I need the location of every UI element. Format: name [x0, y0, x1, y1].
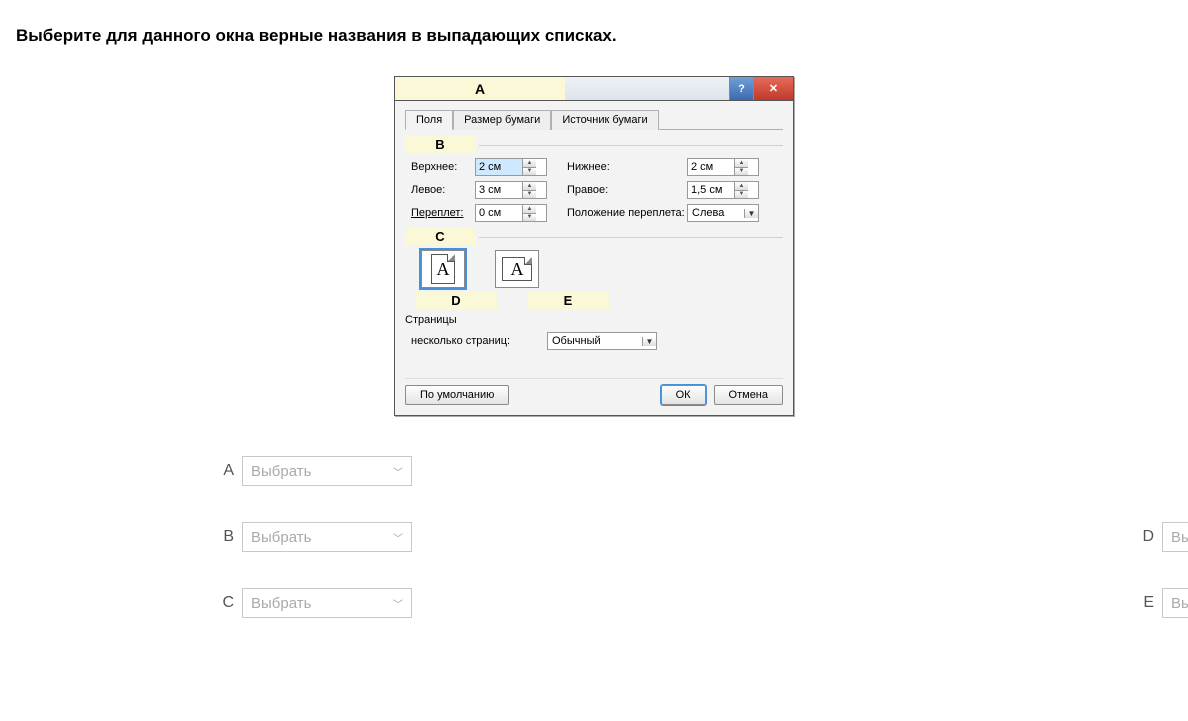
tab-fields[interactable]: Поля [405, 110, 453, 130]
input-left[interactable]: ▲▼ [475, 181, 547, 199]
help-button[interactable]: ? [729, 77, 753, 100]
chevron-down-icon: ﹀ [393, 530, 403, 545]
input-bottom[interactable]: ▲▼ [687, 158, 759, 176]
answer-select-E[interactable]: Выбрать ﹀ [1162, 588, 1188, 618]
answer-letter-A: A [216, 462, 234, 480]
label-gutter: Переплет: [411, 207, 475, 219]
label-right: Правое: [567, 184, 687, 196]
answer-select-D[interactable]: Выбрать ﹀ [1162, 522, 1188, 552]
answer-letter-E: E [1136, 594, 1154, 612]
input-top[interactable]: ▲▼ [475, 158, 547, 176]
titlebar: A ? ✕ [395, 77, 793, 101]
label-bottom: Нижнее: [567, 161, 687, 173]
answer-placeholder: Выбрать [1171, 529, 1188, 546]
page-setup-dialog: A ? ✕ Поля Размер бумаги Источник бумаги… [394, 76, 794, 416]
label-D: D [415, 292, 497, 310]
answer-placeholder: Выбрать [1171, 595, 1188, 612]
answer-letter-D: D [1136, 528, 1154, 546]
label-top: Верхнее: [411, 161, 475, 173]
tab-strip: Поля Размер бумаги Источник бумаги [405, 109, 783, 130]
select-multi-pages[interactable]: Обычный▼ [547, 332, 657, 350]
ok-button[interactable]: ОК [661, 385, 706, 405]
instruction-text: Выберите для данного окна верные названи… [16, 26, 1172, 46]
answer-placeholder: Выбрать [251, 595, 311, 612]
tab-paper-size[interactable]: Размер бумаги [453, 110, 551, 130]
label-E: E [527, 292, 609, 310]
answer-letter-C: C [216, 594, 234, 612]
default-button[interactable]: По умолчанию [405, 385, 509, 405]
answer-select-A[interactable]: Выбрать ﹀ [242, 456, 412, 486]
label-gutter-pos: Положение переплета: [567, 207, 687, 219]
label-left: Левое: [411, 184, 475, 196]
answer-select-C[interactable]: Выбрать ﹀ [242, 588, 412, 618]
close-button[interactable]: ✕ [753, 77, 793, 100]
input-right[interactable]: ▲▼ [687, 181, 759, 199]
chevron-down-icon: ﹀ [393, 464, 403, 479]
orientation-portrait[interactable]: A [421, 250, 465, 288]
answer-grid: A Выбрать ﹀ B Выбрать ﹀ D Выбрать ﹀ C Вы… [216, 456, 1172, 618]
title-label-A: A [395, 77, 565, 100]
cancel-button[interactable]: Отмена [714, 385, 783, 405]
answer-letter-B: B [216, 528, 234, 546]
answer-placeholder: Выбрать [251, 463, 311, 480]
label-multi-pages: несколько страниц: [411, 335, 537, 347]
pages-section-label: Страницы [405, 314, 783, 326]
label-B: B [405, 136, 475, 154]
tab-paper-source[interactable]: Источник бумаги [551, 110, 658, 130]
answer-select-B[interactable]: Выбрать ﹀ [242, 522, 412, 552]
input-gutter[interactable]: ▲▼ [475, 204, 547, 222]
label-C: C [405, 228, 475, 246]
orientation-landscape[interactable]: A [495, 250, 539, 288]
chevron-down-icon: ﹀ [393, 596, 403, 611]
select-gutter-pos[interactable]: Слева▼ [687, 204, 759, 222]
answer-placeholder: Выбрать [251, 529, 311, 546]
